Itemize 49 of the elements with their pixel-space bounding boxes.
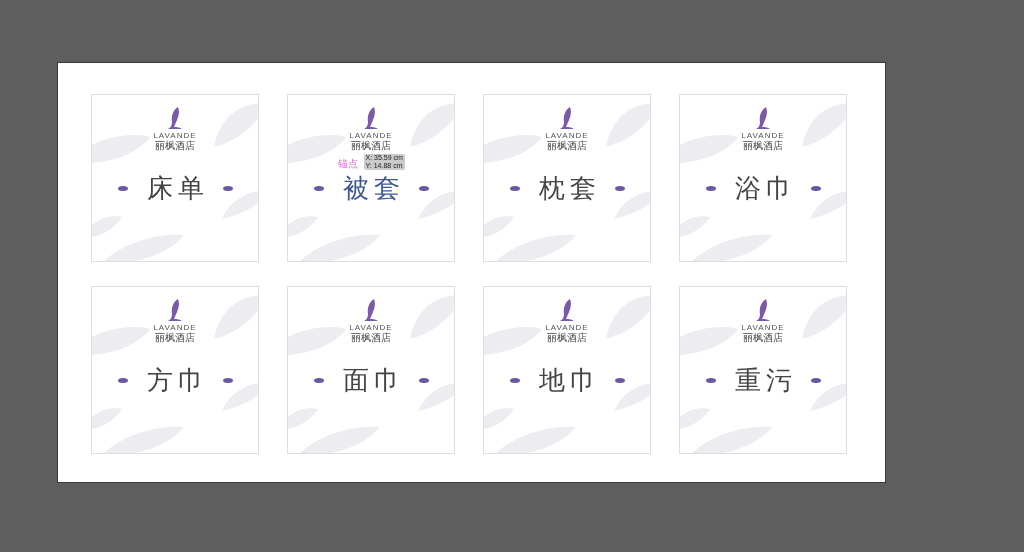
brand-name: LAVANDE bbox=[349, 323, 393, 332]
sign-title: 地巾 bbox=[537, 364, 601, 397]
brand-name-chinese: 丽枫酒店 bbox=[155, 140, 195, 151]
sign-title: 床单 bbox=[145, 172, 209, 205]
sign-title: 被套 bbox=[341, 172, 405, 205]
brand-name: LAVANDE bbox=[545, 323, 589, 332]
sign-title: 浴巾 bbox=[733, 172, 797, 205]
logo-icon bbox=[363, 106, 379, 130]
dash-icon bbox=[705, 186, 716, 191]
logo-icon bbox=[363, 298, 379, 322]
brand-name: LAVANDE bbox=[741, 131, 785, 140]
dash-icon bbox=[614, 378, 625, 383]
brand-name: LAVANDE bbox=[545, 131, 589, 140]
sign-title: 重污 bbox=[733, 364, 797, 397]
dash-icon bbox=[222, 378, 233, 383]
brand-name-chinese: 丽枫酒店 bbox=[743, 140, 783, 151]
dash-icon bbox=[313, 186, 324, 191]
anchor-label: 锚点 bbox=[337, 157, 358, 171]
dash-icon bbox=[614, 186, 625, 191]
dash-icon bbox=[222, 186, 233, 191]
brand-name-chinese: 丽枫酒店 bbox=[547, 332, 587, 343]
dash-icon bbox=[509, 378, 520, 383]
brand-name: LAVANDE bbox=[153, 131, 197, 140]
dash-icon bbox=[810, 186, 821, 191]
dash-icon bbox=[313, 378, 324, 383]
sign-title: 枕套 bbox=[537, 172, 601, 205]
dash-icon bbox=[705, 378, 716, 383]
sign-title: 方巾 bbox=[145, 364, 209, 397]
brand-name: LAVANDE bbox=[741, 323, 785, 332]
brand-name: LAVANDE bbox=[153, 323, 197, 332]
logo-icon bbox=[755, 106, 771, 130]
brand-name-chinese: 丽枫酒店 bbox=[351, 140, 391, 151]
brand-name: LAVANDE bbox=[349, 131, 393, 140]
brand-name-chinese: 丽枫酒店 bbox=[155, 332, 195, 343]
brand-name-chinese: 丽枫酒店 bbox=[547, 140, 587, 151]
dash-icon bbox=[418, 186, 429, 191]
logo-icon bbox=[167, 106, 183, 130]
dash-icon bbox=[418, 378, 429, 383]
brand-name-chinese: 丽枫酒店 bbox=[743, 332, 783, 343]
logo-icon bbox=[755, 298, 771, 322]
logo-icon bbox=[167, 298, 183, 322]
dash-icon bbox=[117, 186, 128, 191]
logo-icon bbox=[559, 298, 575, 322]
sign-title: 面巾 bbox=[341, 364, 405, 397]
brand-name-chinese: 丽枫酒店 bbox=[351, 332, 391, 343]
dash-icon bbox=[509, 186, 520, 191]
logo-icon bbox=[559, 106, 575, 130]
dash-icon bbox=[810, 378, 821, 383]
dash-icon bbox=[117, 378, 128, 383]
